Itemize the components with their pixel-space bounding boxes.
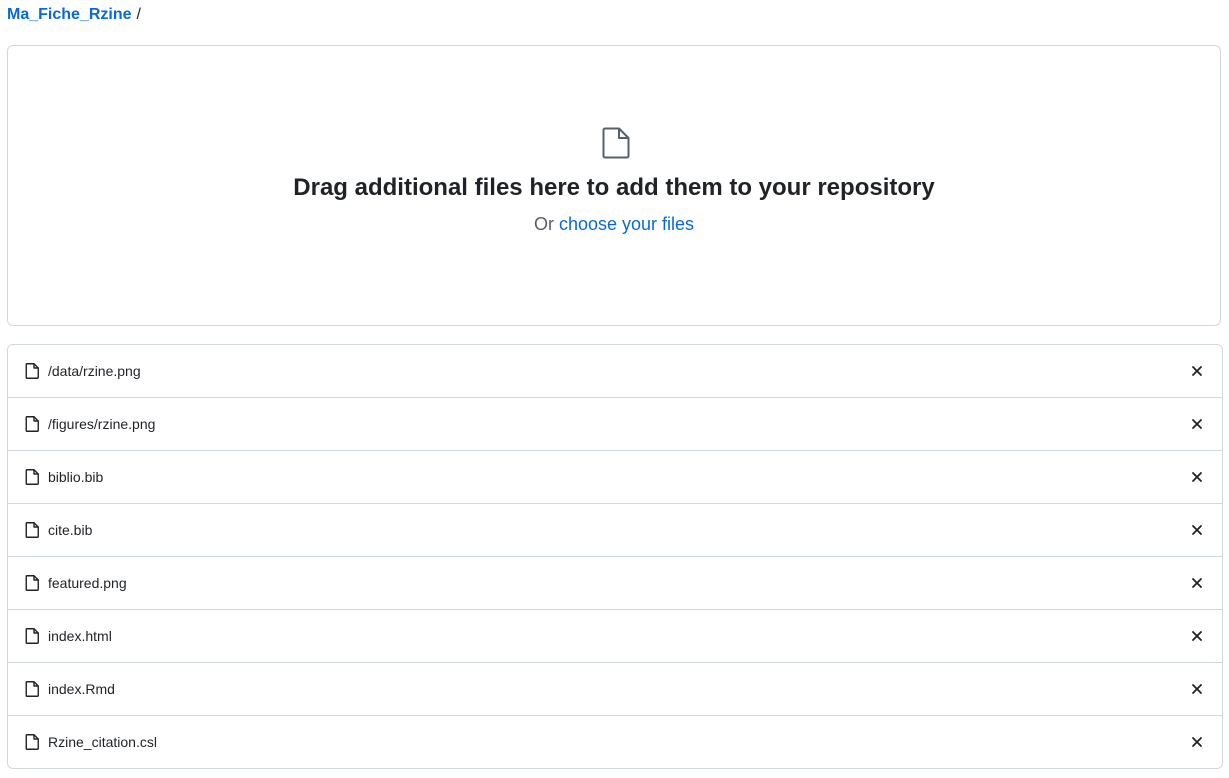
remove-file-icon[interactable] <box>1189 575 1205 591</box>
file-icon <box>25 681 39 697</box>
file-name: featured.png <box>48 575 127 591</box>
breadcrumb-separator: / <box>136 6 141 23</box>
file-row: /figures/rzine.png <box>8 397 1222 450</box>
file-icon <box>25 628 39 644</box>
file-row: featured.png <box>8 556 1222 609</box>
file-row: /data/rzine.png <box>8 345 1222 397</box>
remove-file-icon[interactable] <box>1189 734 1205 750</box>
file-name: biblio.bib <box>48 469 104 485</box>
remove-file-icon[interactable] <box>1189 681 1205 697</box>
file-name: /figures/rzine.png <box>48 416 156 432</box>
file-icon <box>602 127 630 159</box>
file-name: /data/rzine.png <box>48 363 141 379</box>
dropzone-title: Drag additional files here to add them t… <box>293 174 935 201</box>
dropzone-subtitle: Or choose your files <box>8 212 1220 236</box>
file-row: index.html <box>8 609 1222 662</box>
file-name: index.Rmd <box>48 681 115 697</box>
breadcrumb-repo-link[interactable]: Ma_Fiche_Rzine <box>7 6 131 23</box>
file-name: cite.bib <box>48 522 93 538</box>
file-dropzone[interactable]: Drag additional files here to add them t… <box>7 45 1221 326</box>
file-row: cite.bib <box>8 503 1222 556</box>
file-icon <box>25 734 39 750</box>
remove-file-icon[interactable] <box>1189 628 1205 644</box>
file-name: Rzine_citation.csl <box>48 734 157 750</box>
choose-files-link[interactable]: choose your files <box>559 214 694 234</box>
remove-file-icon[interactable] <box>1189 469 1205 485</box>
file-icon <box>25 363 39 379</box>
file-row: Rzine_citation.csl <box>8 715 1222 768</box>
remove-file-icon[interactable] <box>1189 363 1205 379</box>
file-row: index.Rmd <box>8 662 1222 715</box>
upload-file-list: /data/rzine.png/figures/rzine.png biblio.… <box>7 344 1223 769</box>
file-icon <box>25 575 39 591</box>
remove-file-icon[interactable] <box>1189 416 1205 432</box>
file-icon <box>25 522 39 538</box>
file-row: biblio.bib <box>8 450 1222 503</box>
dropzone-prefix: Or <box>533 214 554 234</box>
file-icon <box>25 416 39 432</box>
remove-file-icon[interactable] <box>1189 522 1205 538</box>
breadcrumb: Ma_Fiche_Rzine / <box>7 5 141 25</box>
file-name: index.html <box>48 628 112 644</box>
file-icon <box>25 469 39 485</box>
